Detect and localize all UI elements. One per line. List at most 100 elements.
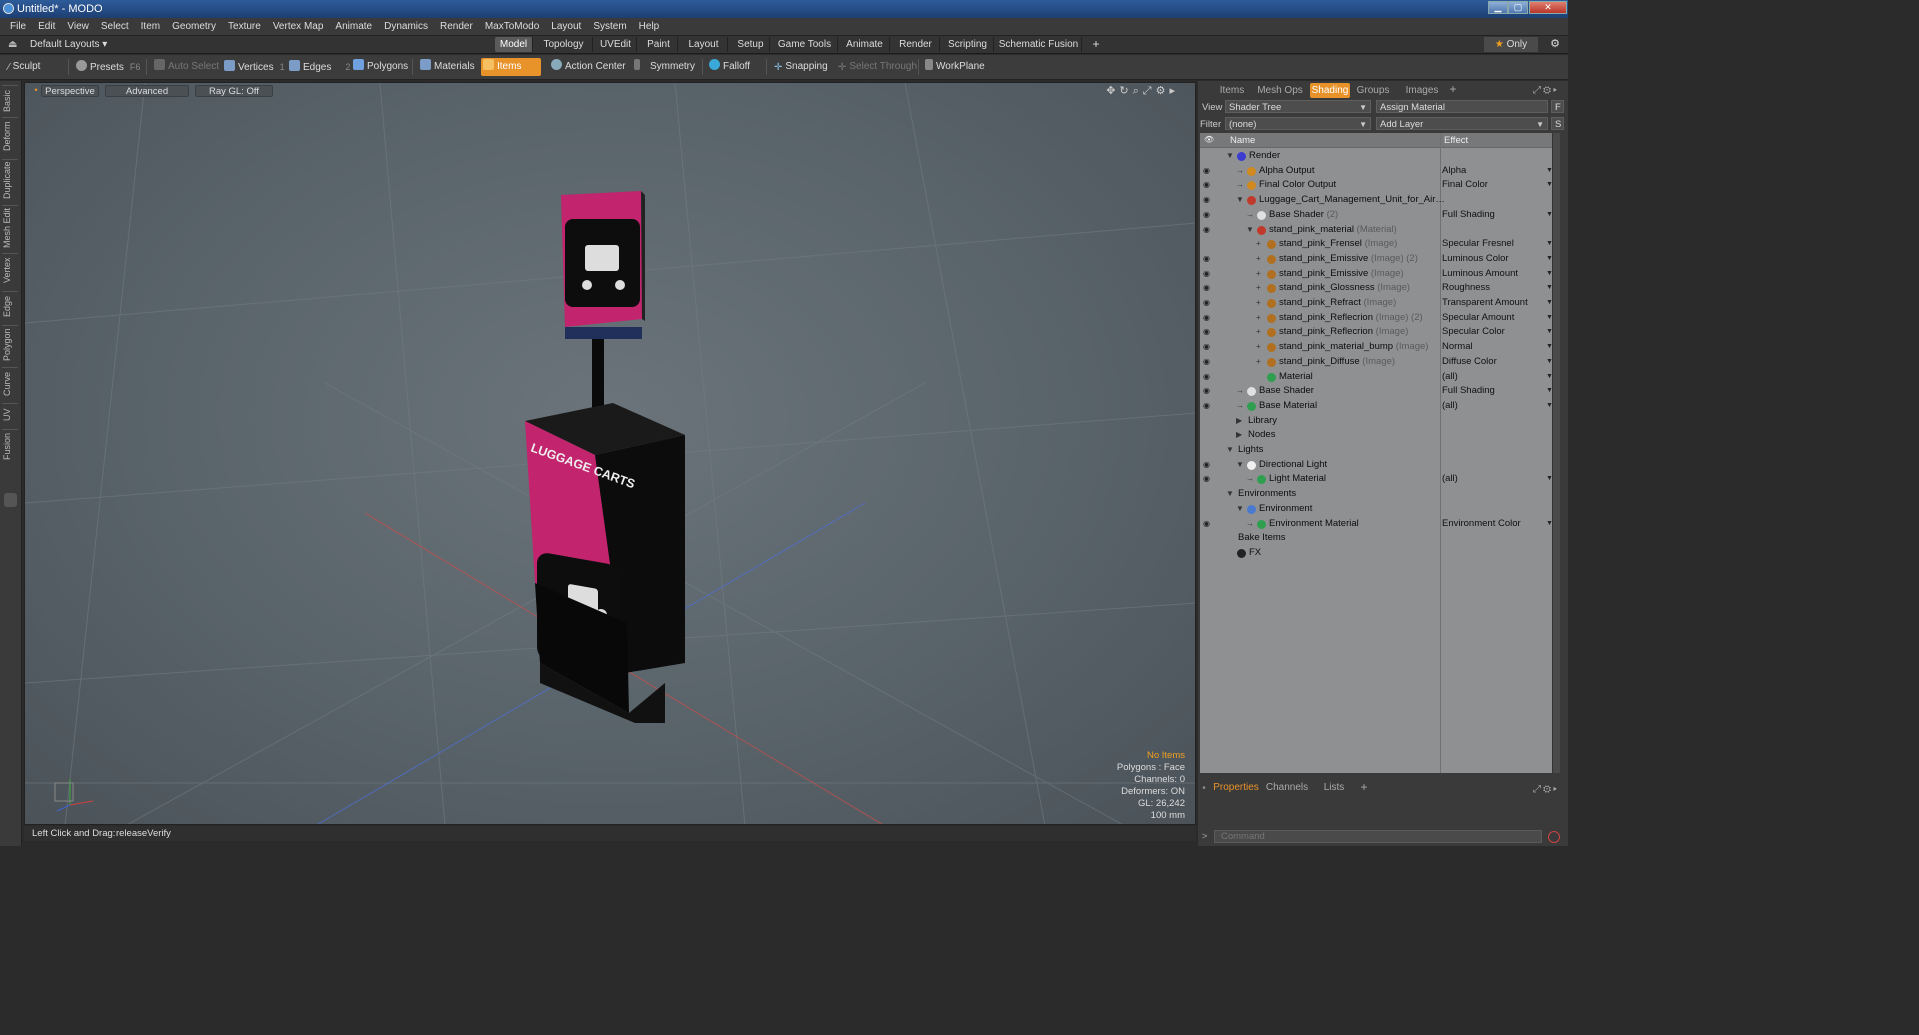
tree-row[interactable]: ◉ ▼ Luggage_Cart_Management_Unit_for_Air… <box>1200 193 1552 208</box>
tree-row[interactable]: ◉ + stand_pink_Reflecrion (Image) Specular … <box>1200 325 1553 340</box>
effect-dropdown[interactable]: Final Color <box>1442 178 1488 193</box>
menu-item-vertex-map[interactable]: Vertex Map <box>267 18 330 36</box>
tab-model[interactable]: Model <box>495 37 533 52</box>
effect-dropdown[interactable]: Roughness <box>1442 281 1490 296</box>
raygl-button[interactable]: Ray GL: Off <box>195 85 273 97</box>
tree-row[interactable]: ◉ → Final Color Output Final Color ▼ <box>1200 178 1553 193</box>
filter-dropdown[interactable]: (none) ▼ <box>1225 117 1371 130</box>
eye-icon[interactable]: ◉ <box>1203 313 1214 322</box>
effect-dropdown[interactable]: Luminous Color <box>1442 252 1509 267</box>
eye-icon[interactable]: ◉ <box>1203 210 1214 219</box>
expand-icon[interactable]: + <box>1256 252 1261 267</box>
effect-dropdown[interactable]: Full Shading <box>1442 384 1495 399</box>
menu-item-select[interactable]: Select <box>95 18 135 36</box>
tree-row[interactable]: ◉ + stand_pink_Refract (Image) Transparent … <box>1200 296 1553 311</box>
eye-icon[interactable]: ◉ <box>1203 284 1214 292</box>
expand-icon[interactable]: + <box>1256 355 1261 370</box>
add-layer-dropdown[interactable]: Add Layer ▼ <box>1376 117 1548 130</box>
viewport-nav-icons[interactable]: ✥↻⌕⤢⚙▸ <box>1106 84 1179 98</box>
eye-icon[interactable]: ◉ <box>1203 387 1214 395</box>
panel-tab-images[interactable]: Images <box>1398 83 1446 98</box>
tab-scripting[interactable]: Scripting <box>942 37 994 52</box>
effect-dropdown[interactable]: Specular Color <box>1442 325 1505 340</box>
tree-row[interactable]: ▶ Nodes <box>1200 428 1552 443</box>
effect-dropdown[interactable]: (all) <box>1442 399 1458 414</box>
panel-tab-properties[interactable]: Properties <box>1212 780 1260 795</box>
symmetry-button[interactable]: Symmetry <box>632 58 695 76</box>
eye-icon[interactable]: ◉ <box>1203 269 1214 278</box>
menu-item-texture[interactable]: Texture <box>222 18 267 36</box>
expand-icon[interactable]: ▶ <box>1236 414 1242 429</box>
tree-row[interactable]: + stand_pink_Frensel (Image) Specular Fres… <box>1200 237 1553 252</box>
tree-row[interactable]: ◉ ▼ stand_pink_material (Material) <box>1200 223 1552 238</box>
eye-icon[interactable]: ◉ <box>1203 357 1214 366</box>
tree-row[interactable]: ◉ Material (all) ▼ <box>1200 370 1553 385</box>
eye-icon[interactable]: ◉ <box>1203 181 1214 189</box>
eye-icon[interactable]: ◉ <box>1203 401 1214 410</box>
maximize-button[interactable]: ▢ <box>1508 1 1528 14</box>
expand-icon[interactable]: → <box>1246 208 1254 223</box>
palette-toggle-button[interactable] <box>4 493 17 507</box>
presets-button[interactable]: Presets F6 <box>74 58 140 76</box>
expand-icon[interactable]: ▼ <box>1226 149 1234 164</box>
expand-icon[interactable]: ▼ <box>1236 193 1244 208</box>
panel-tab-lists[interactable]: Lists <box>1314 780 1354 795</box>
eye-icon[interactable]: ◉ <box>1203 372 1214 381</box>
panel-tab-shading[interactable]: Shading <box>1310 83 1350 98</box>
falloff-button[interactable]: Falloff <box>707 58 750 76</box>
add-panel-tab-button[interactable]: + <box>1448 82 1458 97</box>
layout-selector[interactable]: Default Layouts ▾ <box>30 39 107 50</box>
tree-row[interactable]: ◉ → Base Shader Full Shading ▼ <box>1200 384 1553 399</box>
tree-row[interactable]: ▼ Render <box>1200 149 1552 164</box>
expand-icon[interactable]: ▼ <box>1226 443 1234 458</box>
tree-row[interactable]: Bake Items <box>1200 531 1552 546</box>
view-dropdown[interactable]: Shader Tree ▼ <box>1225 100 1371 113</box>
eye-icon[interactable]: ◉ <box>1203 225 1214 234</box>
minimize-button[interactable]: ▁ <box>1488 1 1508 14</box>
expand-icon[interactable]: ▼ <box>1226 487 1234 502</box>
menu-item-help[interactable]: Help <box>633 18 666 36</box>
effect-dropdown[interactable]: Full Shading <box>1442 208 1495 223</box>
tab-render[interactable]: Render <box>892 37 940 52</box>
expand-icon[interactable]: + <box>1256 267 1261 282</box>
tool-tab-vertex[interactable]: Vertex <box>2 253 18 287</box>
tree-row[interactable]: ◉ → Base Shader (2) Full Shading ▼ <box>1200 208 1553 223</box>
tree-row[interactable]: ▼ Environments <box>1200 487 1552 502</box>
expand-icon[interactable]: + <box>1256 237 1261 252</box>
expand-icon[interactable]: ▼ <box>1236 458 1244 473</box>
tree-row[interactable]: ◉ → Environment Material Environment Color… <box>1200 517 1553 532</box>
tree-row[interactable]: ▼ Lights <box>1200 443 1552 458</box>
menu-item-animate[interactable]: Animate <box>329 18 378 36</box>
eye-icon[interactable]: ◉ <box>1203 460 1214 469</box>
eye-icon[interactable]: ◉ <box>1203 254 1214 263</box>
menu-item-layout[interactable]: Layout <box>545 18 587 36</box>
sculpt-button[interactable]: ⁄ Sculpt <box>6 58 40 76</box>
expand-icon[interactable]: → <box>1236 164 1244 179</box>
advanced-button[interactable]: Advanced <box>105 85 189 97</box>
menu-item-render[interactable]: Render <box>434 18 479 36</box>
eye-icon[interactable]: ◉ <box>1203 328 1214 336</box>
tree-row[interactable]: ◉ → Base Material (all) ▼ <box>1200 399 1553 414</box>
effect-dropdown[interactable]: Environment Color <box>1442 517 1521 532</box>
s-button[interactable]: S <box>1551 117 1564 130</box>
items-button[interactable]: Items <box>481 58 541 76</box>
action-center-button[interactable]: Action Center <box>549 58 626 76</box>
tree-row[interactable]: ▶ Library <box>1200 414 1552 429</box>
expand-icon[interactable]: ▼ <box>1236 502 1244 517</box>
eye-icon[interactable]: ◉ <box>1203 166 1214 175</box>
add-bottom-tab-button[interactable]: + <box>1358 780 1370 795</box>
perspective-button[interactable]: Perspective <box>41 85 99 97</box>
gear-icon[interactable]: ⚙ <box>1548 37 1562 52</box>
tool-tab-polygon[interactable]: Polygon <box>2 325 18 363</box>
vertices-button[interactable]: Vertices 1 <box>222 58 285 76</box>
menu-item-view[interactable]: View <box>61 18 95 36</box>
tab-animate[interactable]: Animate <box>840 37 890 52</box>
eye-icon[interactable]: ◉ <box>1203 519 1214 528</box>
expand-icon[interactable]: → <box>1246 472 1254 487</box>
effect-dropdown[interactable]: Alpha <box>1442 164 1466 179</box>
effect-dropdown[interactable]: Transparent Amount <box>1442 296 1528 311</box>
viewport-menu-icon[interactable]: • <box>33 85 39 97</box>
effect-column-header[interactable]: Effect <box>1444 135 1468 146</box>
eye-icon[interactable]: ◉ <box>1203 196 1214 204</box>
edges-button[interactable]: Edges 2 <box>287 58 350 76</box>
